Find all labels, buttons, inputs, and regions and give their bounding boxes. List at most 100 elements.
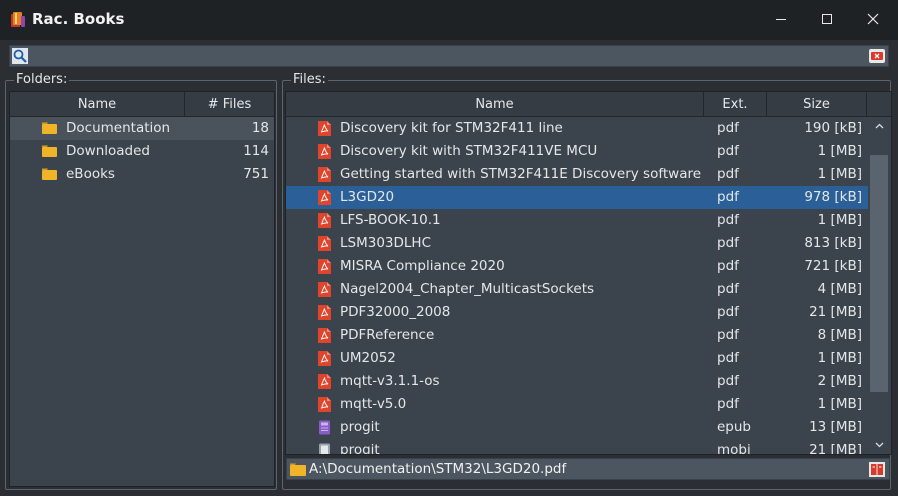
scroll-thumb[interactable] [870,155,888,392]
file-name: Getting started with STM32F411E Discover… [340,166,704,182]
file-row[interactable]: Getting started with STM32F411E Discover… [286,163,868,186]
folder-count: 114 [243,143,269,159]
file-size: 1 [MB] [817,166,862,182]
title-bar: Rac. Books [0,0,898,40]
file-extension: pdf [717,396,739,412]
file-size: 978 [kB] [804,189,862,205]
pdf-icon [318,235,331,251]
file-row[interactable]: Discovery kit for STM32F411 line pdf 190 [… [286,117,868,140]
folder-icon [42,122,57,134]
file-size: 721 [kB] [804,258,862,274]
file-size: 4 [MB] [817,281,862,297]
path-bar: A:\Documentation\STM32\L3GD20.pdf [286,458,890,480]
folder-name: eBooks [66,166,115,182]
file-row[interactable]: Nagel2004_Chapter_MulticastSockets pdf 4 [… [286,278,868,301]
file-row[interactable]: UM2052 pdf 1 [MB] [286,347,868,370]
search-input[interactable] [32,47,872,65]
file-size: 1 [MB] [817,212,862,228]
file-row[interactable]: mqtt-v5.0 pdf 1 [MB] [286,393,868,416]
scroll-down-button[interactable] [868,436,890,454]
file-extension: pdf [717,281,739,297]
pdf-icon [318,373,331,389]
chevron-down-icon [875,442,883,448]
pdf-icon [318,396,331,412]
file-size: 2 [MB] [817,373,862,389]
books-app-icon [11,12,25,27]
file-name: LFS-BOOK-10.1 [340,212,441,228]
file-name: MISRA Compliance 2020 [340,258,505,274]
close-icon [867,13,879,25]
minimize-button[interactable] [758,0,804,38]
pdf-icon [318,281,331,297]
clear-search-icon[interactable] [869,49,885,63]
file-name: PDFReference [340,327,435,343]
file-extension: pdf [717,235,739,251]
pdf-icon [318,189,331,205]
file-name: progit [340,442,380,455]
maximize-icon [822,14,832,24]
file-extension: pdf [717,350,739,366]
file-extension: pdf [717,166,739,182]
file-name: progit [340,419,380,435]
file-row[interactable]: PDF32000_2008 pdf 21 [MB] [286,301,868,324]
file-row[interactable]: Discovery kit with STM32F411VE MCU pdf 1 [… [286,140,868,163]
file-extension: pdf [717,120,739,136]
folder-icon [42,145,57,157]
pdf-icon [318,350,331,366]
folder-row-downloaded[interactable]: Downloaded 114 [10,140,274,163]
file-size: 1 [MB] [817,350,862,366]
column-header-file-count[interactable]: # Files [185,92,274,117]
file-row[interactable]: mqtt-v3.1.1-os pdf 2 [MB] [286,370,868,393]
column-header-name[interactable]: Name [10,92,185,117]
file-name: Nagel2004_Chapter_MulticastSockets [340,281,595,297]
close-button[interactable] [850,0,896,38]
file-size: 8 [MB] [817,327,862,343]
files-scrollbar[interactable] [868,117,890,454]
folder-row-ebooks[interactable]: eBooks 751 [10,163,274,186]
folders-group-label: Folders: [14,72,70,87]
file-row[interactable]: progit epub 13 [MB] [286,416,868,439]
file-extension: mobi [717,442,751,455]
open-book-icon[interactable] [869,462,885,477]
file-name: PDF32000_2008 [340,304,451,320]
file-row[interactable]: MISRA Compliance 2020 pdf 721 [kB] [286,255,868,278]
window-title: Rac. Books [32,10,125,28]
chevron-up-icon [875,123,883,129]
scroll-up-button[interactable] [868,117,890,135]
folder-count: 18 [251,120,269,136]
pdf-icon [318,143,331,159]
pdf-icon [318,120,331,136]
pdf-icon [318,327,331,343]
file-extension: pdf [717,304,739,320]
column-header-size[interactable]: Size [767,92,867,117]
mobi-icon [319,443,330,454]
search-icon[interactable] [12,48,28,64]
file-name: Discovery kit with STM32F411VE MCU [340,143,598,159]
pdf-icon [318,304,331,320]
file-row[interactable]: progit mobi 21 [MB] [286,439,868,455]
file-row[interactable]: LSM303DLHC pdf 813 [kB] [286,232,868,255]
column-header-name[interactable]: Name [286,92,704,117]
file-size: 190 [kB] [804,120,862,136]
column-header-extension[interactable]: Ext. [704,92,767,117]
file-extension: pdf [717,143,739,159]
files-table: Name Ext. Size Discovery kit for STM32F4… [285,91,892,455]
file-size: 1 [MB] [817,396,862,412]
maximize-button[interactable] [804,0,850,38]
file-extension: pdf [717,258,739,274]
file-row[interactable]: PDFReference pdf 8 [MB] [286,324,868,347]
file-size: 1 [MB] [817,143,862,159]
file-size: 21 [MB] [809,442,862,455]
file-name: L3GD20 [340,189,395,205]
folder-icon [290,463,306,476]
file-size: 813 [kB] [804,235,862,251]
file-name: UM2052 [340,350,396,366]
folder-row-documentation[interactable]: Documentation 18 [10,117,274,140]
file-path: A:\Documentation\STM32\L3GD20.pdf [309,461,567,477]
folders-table: Name # Files Documentation 18 Downloaded… [9,91,275,487]
file-extension: epub [717,419,752,435]
files-group-label: Files: [291,72,328,87]
file-row[interactable]: L3GD20 pdf 978 [kB] [286,186,868,209]
file-row[interactable]: LFS-BOOK-10.1 pdf 1 [MB] [286,209,868,232]
pdf-icon [318,166,331,182]
